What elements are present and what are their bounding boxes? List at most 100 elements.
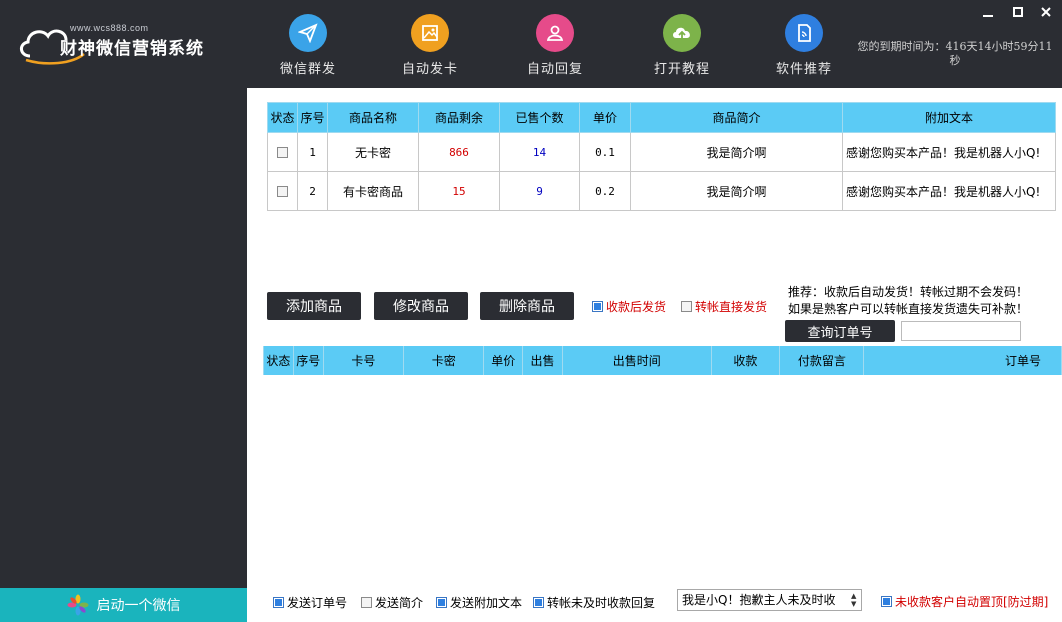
row-sold: 14 [499,132,580,172]
nav-tutorial[interactable]: 打开教程 [637,14,727,77]
row-price: 0.1 [579,132,631,172]
order-search-input[interactable] [901,321,1021,341]
start-wechat-label: 启动一个微信 [96,598,181,614]
row-name: 有卡密商品 [327,171,419,211]
col-no: 序号 [297,102,328,133]
send-order-no-option[interactable]: 发送订单号 [273,594,347,611]
row-checkbox[interactable] [277,186,288,197]
send-intro-option[interactable]: 发送简介 [361,594,423,611]
send-extra-option[interactable]: 发送附加文本 [436,594,522,611]
flower-logo-icon [67,594,88,616]
ship-on-transfer-checkbox[interactable] [681,301,692,312]
product-table: 状态 序号 商品名称 商品剩余 已售个数 单价 商品简介 附加文本 1 无卡密 … [267,102,1056,211]
paper-plane-icon [289,14,327,52]
order-table: 状态 序号 卡号 卡密 单价 出售 出售时间 收款 付款留言 订单号 [263,346,1062,375]
nav-auto-card[interactable]: 自动发卡 [385,14,475,77]
row-intro: 我是简介啊 [630,132,843,172]
ship-after-pay-checkbox[interactable] [592,301,603,312]
order-table-header: 状态 序号 卡号 卡密 单价 出售 出售时间 收款 付款留言 订单号 [263,346,1062,375]
row-no: 2 [297,171,328,211]
start-wechat-button[interactable]: 启动一个微信 [0,588,247,622]
row-name: 无卡密 [327,132,419,172]
top-bar: www.wcs888.com 财神微信营销系统 微信群发 自动发卡 自动回复 打… [0,0,1062,88]
maximize-icon[interactable] [1010,6,1026,22]
col-card-no: 卡号 [322,346,405,375]
col-sold: 出售 [522,346,563,375]
col-price: 单价 [483,346,524,375]
sidebar [0,88,247,622]
row-remain: 866 [418,132,500,172]
add-product-button[interactable]: 添加商品 [267,292,361,320]
send-extra-label: 发送附加文本 [450,596,523,610]
send-order-no-label: 发送订单号 [287,596,348,610]
col-intro: 商品简介 [630,102,843,133]
send-extra-checkbox[interactable] [436,597,447,608]
row-no: 1 [297,132,328,172]
late-reply-option[interactable]: 转帐未及时收款回复 [533,594,655,611]
ship-after-pay-label: 收款后发货 [606,300,667,314]
nav-wechat-broadcast[interactable]: 微信群发 [263,14,353,77]
query-order-button[interactable]: 查询订单号 [785,320,895,342]
col-sold: 已售个数 [499,102,580,133]
col-status: 状态 [263,346,294,375]
pin-unpaid-option[interactable]: 未收款客户自动置顶[防过期] [881,593,1048,610]
product-table-header: 状态 序号 商品名称 商品剩余 已售个数 单价 商品简介 附加文本 [267,102,1056,133]
row-checkbox-cell[interactable] [267,171,298,211]
cloud-upload-icon [663,14,701,52]
ship-after-pay-option[interactable]: 收款后发货 [592,298,666,315]
row-checkbox[interactable] [277,147,288,158]
col-name: 商品名称 [327,102,419,133]
edit-product-button[interactable]: 修改商品 [374,292,468,320]
reply-text-value: 我是小Q！抱歉主人未及时收 [682,593,836,607]
hint-line-2: 如果是熟客户可以转帐直接发货遗失可补款！ [788,302,1029,316]
ship-on-transfer-label: 转帐直接发货 [695,300,768,314]
table-row[interactable]: 2 有卡密商品 15 9 0.2 我是简介啊 感谢您购买本产品！我是机器人小Q! [267,171,1056,211]
row-sold: 9 [499,171,580,211]
late-reply-label: 转帐未及时收款回复 [547,596,656,610]
shipping-hint: 推荐：收款后自动发货！转帐过期不会发码！ 如果是熟客户可以转帐直接发货遗失可补款… [788,284,1028,318]
reply-text-select[interactable]: 我是小Q！抱歉主人未及时收 ▲ ▼ [677,589,862,611]
col-order-no: 订单号 [863,346,1062,375]
minimize-icon[interactable] [980,6,996,22]
nav-software-recommend[interactable]: 软件推荐 [759,14,849,77]
document-icon [785,14,823,52]
image-card-icon [411,14,449,52]
logo-url: www.wcs888.com [70,23,149,33]
close-icon[interactable] [1038,6,1054,22]
app-title: 财神微信营销系统 [60,39,204,59]
send-order-no-checkbox[interactable] [273,597,284,608]
pin-unpaid-label: 未收款客户自动置顶[防过期] [895,595,1049,609]
pin-unpaid-checkbox[interactable] [881,596,892,607]
col-status: 状态 [267,102,298,133]
col-extra: 附加文本 [842,102,1056,133]
row-checkbox-cell[interactable] [267,132,298,172]
row-extra: 感谢您购买本产品！我是机器人小Q! [842,171,1056,211]
row-extra: 感谢您购买本产品！我是机器人小Q! [842,132,1056,172]
delete-product-button[interactable]: 删除商品 [480,292,574,320]
col-pay-message: 付款留言 [779,346,865,375]
hint-line-1: 推荐：收款后自动发货！转帐过期不会发码！ [788,285,1029,299]
col-no: 序号 [292,346,324,375]
table-row[interactable]: 1 无卡密 866 14 0.1 我是简介啊 感谢您购买本产品！我是机器人小Q! [267,132,1056,172]
nav-label: 微信群发 [279,62,336,77]
row-remain: 15 [418,171,500,211]
row-price: 0.2 [579,171,631,211]
spinner-arrows-icon[interactable]: ▲ ▼ [851,592,859,608]
col-card-secret: 卡密 [403,346,485,375]
row-intro: 我是简介啊 [630,171,843,211]
late-reply-checkbox[interactable] [533,597,544,608]
nav-label: 打开教程 [653,62,710,77]
expire-time-text: 您的到期时间为：416天14小时59分11秒 [857,40,1053,67]
col-sale-time: 出售时间 [561,346,712,375]
nav-label: 自动回复 [526,62,583,77]
send-intro-checkbox[interactable] [361,597,372,608]
send-intro-label: 发送简介 [375,596,424,610]
col-remain: 商品剩余 [418,102,500,133]
nav-label: 软件推荐 [775,62,832,77]
nav-label: 自动发卡 [401,62,458,77]
user-icon [536,14,574,52]
col-payment: 收款 [710,346,781,375]
ship-on-transfer-option[interactable]: 转帐直接发货 [681,298,767,315]
col-price: 单价 [579,102,631,133]
nav-auto-reply[interactable]: 自动回复 [510,14,600,77]
